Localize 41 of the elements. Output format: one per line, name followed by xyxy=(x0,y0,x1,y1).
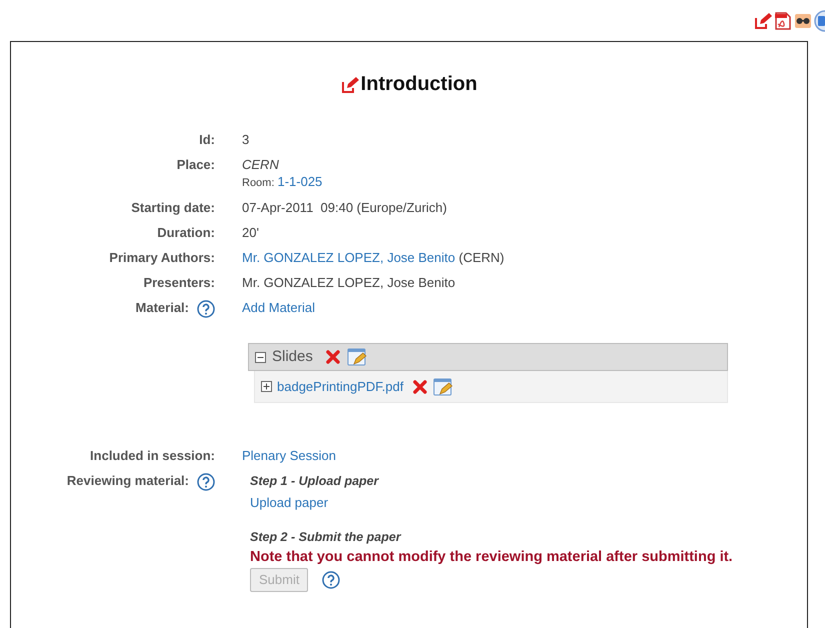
edit-icon[interactable] xyxy=(346,347,367,367)
field-label: Place: xyxy=(176,157,215,173)
help-icon[interactable] xyxy=(197,473,215,491)
field-link[interactable]: Add Material xyxy=(242,300,315,315)
field-label: Included in session: xyxy=(90,448,215,464)
field-label: Material: xyxy=(136,300,189,316)
phone-icon[interactable] xyxy=(814,10,825,32)
upload-link[interactable]: Upload paper xyxy=(250,495,328,511)
pdf-icon[interactable] xyxy=(774,12,792,30)
field-value: CERN xyxy=(242,157,279,172)
author-link[interactable]: Mr. GONZALEZ LOPEZ, Jose Benito xyxy=(242,250,456,265)
room-link[interactable]: 1-1-025 xyxy=(277,174,322,189)
help-icon[interactable] xyxy=(197,300,215,318)
file-link[interactable]: badgePrintingPDF.pdf xyxy=(277,378,404,394)
edit-icon[interactable] xyxy=(433,376,454,396)
room-label: Room: xyxy=(242,177,274,189)
field-value: 07-Apr-2011 09:40 (Europe/Zurich) xyxy=(242,200,447,215)
field-value: 3 xyxy=(242,132,250,147)
page-title: Introduction xyxy=(360,73,478,96)
field-label: Presenters: xyxy=(143,275,215,291)
step-heading: Step 1 - Upload paper xyxy=(250,473,380,489)
collapse-icon[interactable] xyxy=(255,352,266,362)
field-label: Reviewing material: xyxy=(66,473,189,489)
warning-note: Note that you cannot modify the reviewing material after submitting it. xyxy=(250,549,734,566)
material-title[interactable]: Slides xyxy=(272,349,313,365)
expand-icon[interactable] xyxy=(261,381,272,392)
affiliation: (CERN) xyxy=(458,250,504,265)
help-icon[interactable] xyxy=(322,571,340,589)
delete-icon[interactable] xyxy=(412,378,428,394)
step-heading: Step 2 - Submit the paper xyxy=(250,529,402,545)
field-label: Primary Authors: xyxy=(109,250,215,266)
glasses-icon[interactable] xyxy=(794,12,812,30)
field-label: Starting date: xyxy=(131,200,215,216)
field-value: 20' xyxy=(242,225,259,240)
edit-pencil-icon[interactable] xyxy=(754,12,772,30)
field-link[interactable]: Plenary Session xyxy=(242,448,336,463)
delete-icon[interactable] xyxy=(324,349,341,365)
field-value: Mr. GONZALEZ LOPEZ, Jose Benito xyxy=(242,275,456,290)
edit-pencil-icon[interactable] xyxy=(340,76,359,94)
field-label: Duration: xyxy=(157,225,215,241)
field-label: Id: xyxy=(199,132,215,148)
